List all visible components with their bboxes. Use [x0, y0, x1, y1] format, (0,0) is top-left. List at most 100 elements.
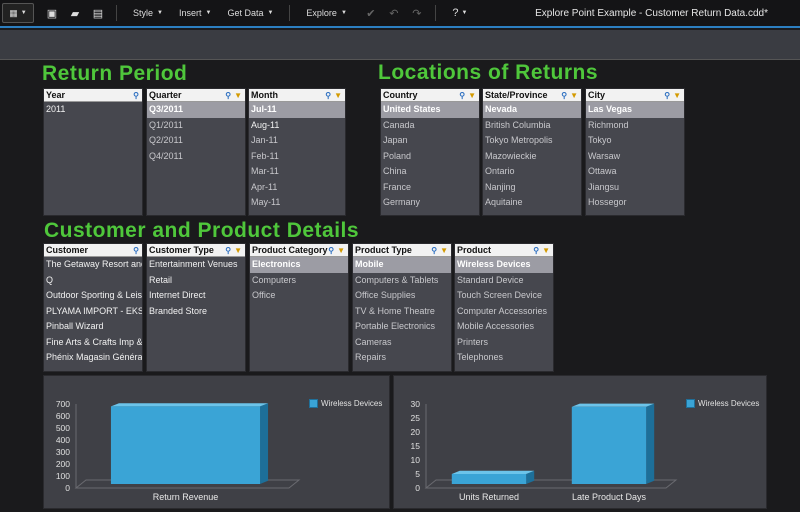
- search-icon[interactable]: ⚲: [533, 246, 539, 255]
- listbox-item[interactable]: Printers: [455, 335, 553, 351]
- listbox-city[interactable]: City ⚲ ▼ Las Vegas Richmond Tokyo Warsaw Ottawa…: [585, 88, 685, 216]
- search-icon[interactable]: ⚲: [325, 91, 331, 100]
- filter-icon[interactable]: ▼: [673, 91, 681, 100]
- explore-menu[interactable]: Explore ▼: [298, 3, 354, 23]
- listbox-item[interactable]: Q2/2011: [147, 133, 245, 149]
- listbox-item[interactable]: Office: [250, 288, 348, 304]
- listbox-item[interactable]: Retail: [147, 273, 245, 289]
- listbox-customer[interactable]: Customer ⚲ The Getaway Resort and Q Outdoor …: [43, 243, 143, 372]
- listbox-item[interactable]: Entertainment Venues: [147, 257, 245, 273]
- filter-icon[interactable]: ▼: [440, 246, 448, 255]
- save-button[interactable]: ▤: [88, 3, 108, 23]
- redo-button[interactable]: ↷: [407, 3, 427, 23]
- view-menu-button[interactable]: ▦ ▼: [2, 3, 34, 23]
- search-icon[interactable]: ⚲: [225, 91, 231, 100]
- new-button[interactable]: ▣: [42, 3, 62, 23]
- listbox-item[interactable]: Feb-11: [249, 149, 345, 165]
- listbox-item[interactable]: Q4/2011: [147, 149, 245, 165]
- help-button[interactable]: ? ▼: [447, 3, 473, 23]
- listbox-item[interactable]: Las Vegas: [586, 102, 684, 118]
- open-button[interactable]: ▰: [65, 3, 85, 23]
- undo-button[interactable]: ↶: [384, 3, 404, 23]
- listbox-item[interactable]: Warsaw: [586, 149, 684, 165]
- listbox-state[interactable]: State/Province ⚲ ▼ Nevada British Columbia To…: [482, 88, 582, 216]
- filter-icon[interactable]: ▼: [468, 91, 476, 100]
- listbox-item[interactable]: Q3/2011: [147, 102, 245, 118]
- listbox-quarter[interactable]: Quarter ⚲ ▼ Q3/2011 Q1/2011 Q2/2011 Q4/2011: [146, 88, 246, 216]
- listbox-item[interactable]: Mar-11: [249, 164, 345, 180]
- listbox-item[interactable]: Portable Electronics: [353, 319, 451, 335]
- listbox-item[interactable]: PLYAMA IMPORT - EKSP: [44, 304, 142, 320]
- listbox-item[interactable]: Internet Direct: [147, 288, 245, 304]
- filter-icon[interactable]: ▼: [234, 246, 242, 255]
- search-icon[interactable]: ⚲: [225, 246, 231, 255]
- listbox-product-type[interactable]: Product Type ⚲ ▼ Mobile Computers & Tablets O…: [352, 243, 452, 372]
- listbox-item[interactable]: Canada: [381, 118, 479, 134]
- listbox-item[interactable]: Jan-11: [249, 133, 345, 149]
- filter-icon[interactable]: ▼: [337, 246, 345, 255]
- search-icon[interactable]: ⚲: [561, 91, 567, 100]
- listbox-item[interactable]: The Getaway Resort and: [44, 257, 142, 273]
- listbox-item[interactable]: Repairs: [353, 350, 451, 366]
- listbox-item[interactable]: 2011: [44, 102, 142, 118]
- listbox-item[interactable]: Nevada: [483, 102, 581, 118]
- search-icon[interactable]: ⚲: [664, 91, 670, 100]
- listbox-item[interactable]: Tokyo: [586, 133, 684, 149]
- search-icon[interactable]: ⚲: [133, 246, 139, 255]
- listbox-item[interactable]: Outdoor Sporting & Leis: [44, 288, 142, 304]
- listbox-item[interactable]: Aug-11: [249, 118, 345, 134]
- get-data-menu[interactable]: Get Data ▼: [219, 3, 281, 23]
- listbox-item[interactable]: Hossegor: [586, 195, 684, 211]
- listbox-item[interactable]: Cameras: [353, 335, 451, 351]
- listbox-month[interactable]: Month ⚲ ▼ Jul-11 Aug-11 Jan-11 Feb-11 Mar-11 Apr…: [248, 88, 346, 216]
- listbox-item[interactable]: TV & Home Theatre: [353, 304, 451, 320]
- filter-icon[interactable]: ▼: [234, 91, 242, 100]
- listbox-product[interactable]: Product ⚲ ▼ Wireless Devices Standard Device…: [454, 243, 554, 372]
- listbox-item[interactable]: Poland: [381, 149, 479, 165]
- listbox-year[interactable]: Year ⚲ 2011: [43, 88, 143, 216]
- listbox-item[interactable]: Phénix Magasin Général: [44, 350, 142, 366]
- listbox-item[interactable]: Mobile: [353, 257, 451, 273]
- listbox-country[interactable]: Country ⚲ ▼ United States Canada Japan Poland C…: [380, 88, 480, 216]
- listbox-item[interactable]: Electronics: [250, 257, 348, 273]
- listbox-item[interactable]: Richmond: [586, 118, 684, 134]
- style-menu[interactable]: Style ▼: [125, 3, 171, 23]
- listbox-item[interactable]: China: [381, 164, 479, 180]
- listbox-item[interactable]: Pinball Wizard: [44, 319, 142, 335]
- listbox-customer-type[interactable]: Customer Type ⚲ ▼ Entertainment Venues Retai…: [146, 243, 246, 372]
- filter-icon[interactable]: ▼: [542, 246, 550, 255]
- insert-menu[interactable]: Insert ▼: [171, 3, 219, 23]
- listbox-item[interactable]: Tokyo Metropolis: [483, 133, 581, 149]
- chart-return-revenue[interactable]: 0 100 200 300 400 500 600 700 Return Revenue Wir…: [43, 375, 390, 509]
- listbox-item[interactable]: Telephones: [455, 350, 553, 366]
- listbox-item[interactable]: Computers: [250, 273, 348, 289]
- search-icon[interactable]: ⚲: [133, 91, 139, 100]
- apply-button[interactable]: ✔: [361, 3, 381, 23]
- search-icon[interactable]: ⚲: [459, 91, 465, 100]
- filter-icon[interactable]: ▼: [570, 91, 578, 100]
- listbox-item[interactable]: British Columbia: [483, 118, 581, 134]
- listbox-item[interactable]: Branded Store: [147, 304, 245, 320]
- listbox-item[interactable]: Computer Accessories: [455, 304, 553, 320]
- listbox-item[interactable]: Mazowieckie: [483, 149, 581, 165]
- listbox-item[interactable]: Nanjing: [483, 180, 581, 196]
- listbox-item[interactable]: Wireless Devices: [455, 257, 553, 273]
- listbox-item[interactable]: Q1/2011: [147, 118, 245, 134]
- listbox-product-category[interactable]: Product Category ⚲ ▼ Electronics Computers Of…: [249, 243, 349, 372]
- listbox-item[interactable]: Japan: [381, 133, 479, 149]
- listbox-item[interactable]: Standard Device: [455, 273, 553, 289]
- chart-units-and-late-days[interactable]: 0 5 10 15 20 25 30 Units Returned Late Product D…: [393, 375, 767, 509]
- listbox-item[interactable]: Jul-11: [249, 102, 345, 118]
- listbox-item[interactable]: Mobile Accessories: [455, 319, 553, 335]
- filter-icon[interactable]: ▼: [334, 91, 342, 100]
- listbox-item[interactable]: Germany: [381, 195, 479, 211]
- search-icon[interactable]: ⚲: [328, 246, 334, 255]
- listbox-item[interactable]: Touch Screen Device: [455, 288, 553, 304]
- listbox-item[interactable]: Q: [44, 273, 142, 289]
- listbox-item[interactable]: May-11: [249, 195, 345, 211]
- listbox-item[interactable]: Ottawa: [586, 164, 684, 180]
- listbox-item[interactable]: Computers & Tablets: [353, 273, 451, 289]
- listbox-item[interactable]: Aquitaine: [483, 195, 581, 211]
- listbox-item[interactable]: Fine Arts & Crafts Imp &: [44, 335, 142, 351]
- listbox-item[interactable]: Ontario: [483, 164, 581, 180]
